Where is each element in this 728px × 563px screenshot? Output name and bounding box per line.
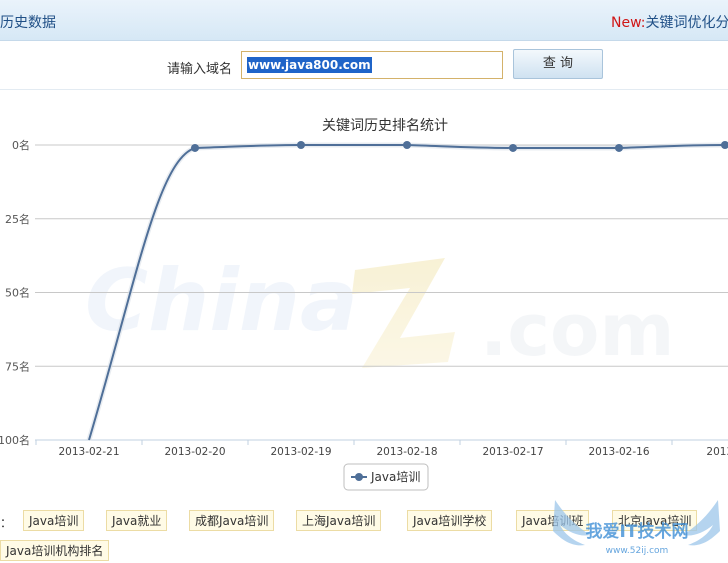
data-point [721, 141, 728, 149]
y-axis: 0名 25名 50名 75名 100名 [0, 138, 30, 447]
x-tick-label: 2013-02-18 [376, 446, 437, 458]
x-tick-label: 2013-02-16 [588, 446, 649, 458]
x-tick-label: 2013-0 [706, 446, 728, 458]
chinaz-watermark: China .com [85, 251, 675, 372]
news-prefix: New: [611, 15, 646, 31]
y-tick-label: 75名 [5, 359, 30, 373]
keyword-tag[interactable]: Java培训学校 [407, 510, 493, 531]
y-tick-label: 25名 [5, 212, 30, 226]
data-point [297, 141, 305, 149]
page-title: 历史数据 [0, 15, 56, 31]
keyword-tag[interactable]: Java就业 [106, 510, 168, 531]
news-text: 关键词优化分 [645, 15, 728, 31]
x-tick-label: 2013-02-19 [270, 446, 331, 458]
query-button[interactable]: 查 询 [513, 49, 603, 79]
legend-label: Java培训 [370, 469, 420, 484]
watermark-url: www.52ij.com [606, 546, 669, 556]
x-axis: 2013-02-21 2013-02-20 2013-02-19 2013-02-18… [35, 439, 728, 458]
y-tick-label: 100名 [0, 433, 30, 447]
data-point [615, 143, 623, 152]
chart-grid [35, 144, 728, 441]
x-tick-label: 2013-02-20 [164, 446, 225, 458]
data-point [403, 141, 411, 149]
y-tick-label: 0名 [12, 138, 30, 152]
keyword-tag[interactable]: 成都Java培训 [189, 510, 275, 531]
news-link[interactable]: New:关键词优化分 [611, 12, 728, 32]
divider [0, 89, 728, 90]
data-point [509, 143, 517, 152]
chart-legend[interactable]: Java培训 [343, 463, 429, 491]
rank-history-chart: China .com 关键词历史排名统计 0名 25名 50名 75名 100名 201… [0, 118, 728, 491]
keyword-tag[interactable]: 上海Java培训 [296, 510, 382, 531]
tags-prefix: ： [0, 516, 13, 530]
x-tick-label: 2013-02-21 [58, 446, 119, 458]
chart-title: 关键词历史排名统计 [322, 118, 448, 134]
legend-marker [355, 473, 363, 481]
domain-input[interactable] [241, 51, 503, 79]
keyword-tag[interactable]: Java培训机构排名 [0, 540, 110, 561]
search-row: 请输入域名 www.java800.com 查 询 [0, 41, 728, 89]
site-watermark: 我爱IT技术网 www.52ij.com [553, 500, 720, 556]
domain-label: 请输入域名 [167, 62, 233, 77]
keyword-tag[interactable]: Java培训 [23, 510, 85, 531]
x-tick-label: 2013-02-17 [482, 446, 543, 458]
watermark-text: 我爱IT技术网 [586, 521, 689, 542]
header-bar: 历史数据 New:关键词优化分 [0, 0, 728, 41]
svg-text:.com: .com [480, 288, 675, 372]
y-tick-label: 50名 [5, 286, 30, 300]
data-point [191, 143, 199, 152]
